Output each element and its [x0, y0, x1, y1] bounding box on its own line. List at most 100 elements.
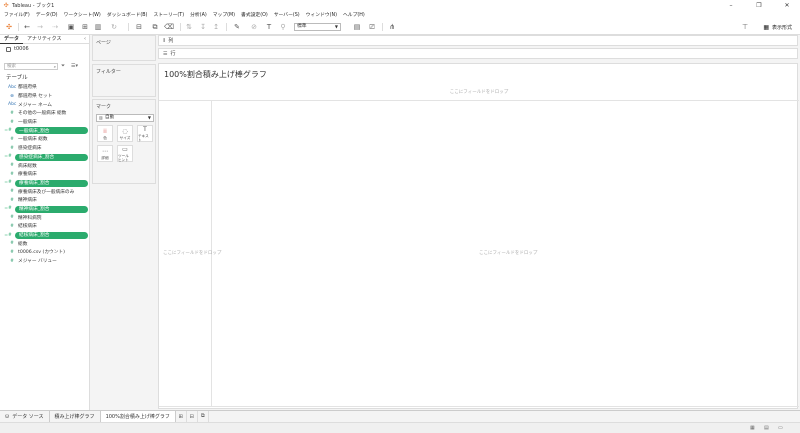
- menu-help[interactable]: ヘルプ(H): [343, 11, 365, 18]
- refresh-icon[interactable]: ↻: [107, 22, 121, 32]
- tooltip-pin-icon[interactable]: ⊤: [740, 22, 750, 32]
- columns-shelf[interactable]: ⦀ 列: [158, 35, 798, 46]
- title-bar: ✣ Tableau - ブック1 – ❐ ✕: [0, 0, 800, 10]
- view-options-icon[interactable]: ☰▾: [71, 63, 78, 69]
- size-button[interactable]: ◌ サイズ: [117, 125, 133, 142]
- field-item[interactable]: # メジャー バリュー: [0, 257, 89, 266]
- tab-sheet-2[interactable]: 100%割合積み上げ棒グラフ: [100, 410, 176, 423]
- search-icon: ⌕: [53, 64, 56, 69]
- fit-select[interactable]: 標準 ▼: [294, 23, 341, 31]
- tooltip-button[interactable]: ▭ ツールヒント: [117, 145, 133, 162]
- collapse-pane-icon[interactable]: ‹: [84, 36, 86, 42]
- menu-data[interactable]: データ(D): [36, 11, 58, 18]
- swap-rows-columns-icon[interactable]: ⇅: [184, 22, 194, 32]
- show-me-button[interactable]: ▦ 表示形式: [763, 23, 792, 31]
- datasource-icon: ⛁: [5, 413, 10, 420]
- field-item[interactable]: # t0006.csv (カウント): [0, 248, 89, 257]
- window-title: Tableau - ブック1: [12, 2, 55, 9]
- undo-icon[interactable]: ←: [22, 22, 32, 32]
- redo-icon[interactable]: →: [35, 22, 45, 32]
- field-item[interactable]: # 療養病床及び一般病床のみ: [0, 187, 89, 196]
- new-dashboard-tab-icon[interactable]: ⊟: [187, 410, 198, 423]
- save-icon[interactable]: ▣: [66, 22, 76, 32]
- menu-analysis[interactable]: 分析(A): [190, 11, 207, 18]
- tab-datasource[interactable]: ⛁ データ ソース: [0, 410, 50, 423]
- worksheet-view: 100%割合積み上げ棒グラフ ここにフィールドをドロップ ここにフィールドをドロ…: [158, 63, 799, 409]
- field-item[interactable]: Abc メジャー ネーム: [0, 100, 89, 109]
- field-item[interactable]: # 精神科病院: [0, 213, 89, 222]
- presentation-mode-icon[interactable]: ⎚: [367, 22, 377, 32]
- field-item[interactable]: # 療養病床: [0, 170, 89, 179]
- field-item[interactable]: # 結核病床: [0, 222, 89, 231]
- search-input[interactable]: 検索 ⌕: [4, 63, 58, 70]
- new-story-tab-icon[interactable]: ⧉: [198, 410, 209, 423]
- menu-dashboard[interactable]: ダッシュボード(B): [107, 11, 148, 18]
- new-datasource-icon[interactable]: ⊞: [79, 22, 91, 32]
- field-item[interactable]: ⊕ 都道府県 セット: [0, 92, 89, 101]
- drop-zone-rows[interactable]: ここにフィールドをドロップ: [163, 250, 221, 256]
- menu-server[interactable]: サーバー(S): [274, 11, 300, 18]
- menu-format[interactable]: 書式設定(O): [241, 11, 268, 18]
- menu-story[interactable]: ストーリー(T): [153, 11, 184, 18]
- tableau-home-icon[interactable]: ✣: [4, 22, 14, 32]
- close-window-button[interactable]: ✕: [776, 0, 798, 10]
- mark-type-select[interactable]: ▥ 自動 ▼: [96, 114, 154, 122]
- show-filmstrip-icon[interactable]: ▤: [764, 425, 769, 431]
- datasource-item[interactable]: t0006: [0, 44, 89, 54]
- field-item[interactable]: =# 結核病床_割合: [0, 231, 89, 240]
- duplicate-sheet-icon[interactable]: ⧉: [149, 22, 161, 32]
- sheet-title[interactable]: 100%割合積み上げ棒グラフ: [164, 69, 267, 80]
- new-worksheet-icon[interactable]: ⊟: [132, 22, 146, 32]
- filters-card[interactable]: フィルター: [92, 64, 156, 97]
- drop-zone-columns[interactable]: ここにフィールドをドロップ: [159, 89, 799, 95]
- minimize-button[interactable]: –: [720, 0, 742, 10]
- fix-axes-icon[interactable]: ⚲: [278, 22, 288, 32]
- field-item[interactable]: =# 感染症病床_割合: [0, 153, 89, 162]
- show-labels-icon[interactable]: T: [264, 22, 274, 32]
- field-item[interactable]: Abc 都道府県: [0, 83, 89, 92]
- field-item[interactable]: =# 精神病床_割合: [0, 205, 89, 214]
- restore-button[interactable]: ❐: [748, 0, 770, 10]
- share-icon[interactable]: ⋔: [387, 22, 397, 32]
- field-name: 一般病床_割合: [19, 128, 50, 134]
- field-item[interactable]: # 一般病床: [0, 118, 89, 127]
- show-cards-icon[interactable]: ▤: [350, 22, 364, 32]
- group-members-icon[interactable]: ⊘: [247, 22, 261, 32]
- sort-descending-icon[interactable]: ↥: [211, 22, 221, 32]
- tab-sheet-1[interactable]: 積み上げ棒グラフ: [50, 410, 101, 423]
- menu-worksheet[interactable]: ワークシート(W): [64, 11, 101, 18]
- rows-shelf-label: 行: [170, 51, 176, 57]
- mark-type-value: 自動: [105, 115, 115, 120]
- tab-data[interactable]: データ: [0, 35, 24, 44]
- field-item[interactable]: # 一般病床 総数: [0, 135, 89, 144]
- highlight-icon[interactable]: ✎: [230, 22, 244, 32]
- show-sheet-sorter-icon[interactable]: ▦: [750, 425, 755, 431]
- field-item[interactable]: =# 療養病床_割合: [0, 179, 89, 188]
- pause-update-icon[interactable]: ▥: [93, 22, 103, 32]
- menu-map[interactable]: マップ(M): [213, 11, 235, 18]
- text-button[interactable]: T テキスト: [137, 125, 153, 142]
- detail-button[interactable]: ⋯ 詳細: [97, 145, 113, 162]
- show-tabs-icon[interactable]: ▭: [778, 425, 783, 431]
- sort-ascending-icon[interactable]: ↧: [198, 22, 208, 32]
- rows-shelf[interactable]: ☰ 行: [158, 48, 798, 59]
- field-name: 一般病床: [18, 120, 37, 126]
- field-item[interactable]: # 病床総数: [0, 161, 89, 170]
- field-item[interactable]: # その他の一般病床 総数: [0, 109, 89, 118]
- clear-sheet-icon[interactable]: ⌫: [164, 22, 174, 32]
- field-name: 一般病床 総数: [18, 137, 48, 143]
- pages-card[interactable]: ページ: [92, 35, 156, 61]
- filter-icon[interactable]: ⏷: [61, 63, 65, 69]
- drop-zone-canvas[interactable]: ここにフィールドをドロップ: [479, 250, 537, 256]
- menu-file[interactable]: ファイル(F): [4, 11, 30, 18]
- menu-window[interactable]: ウィンドウ(N): [306, 11, 337, 18]
- color-button[interactable]: ⁞⁞ 色: [97, 125, 113, 142]
- field-item[interactable]: # 精神病床: [0, 196, 89, 205]
- field-item[interactable]: # 総数: [0, 239, 89, 248]
- redo-dropdown-icon[interactable]: ⇢: [48, 22, 62, 32]
- field-name: 精神病床_割合: [19, 206, 50, 212]
- field-item[interactable]: =# 一般病床_割合: [0, 126, 89, 135]
- field-item[interactable]: # 感染症病床: [0, 144, 89, 153]
- new-worksheet-tab-icon[interactable]: ⊞: [176, 410, 187, 423]
- tab-analytics[interactable]: アナリティクス: [23, 35, 65, 44]
